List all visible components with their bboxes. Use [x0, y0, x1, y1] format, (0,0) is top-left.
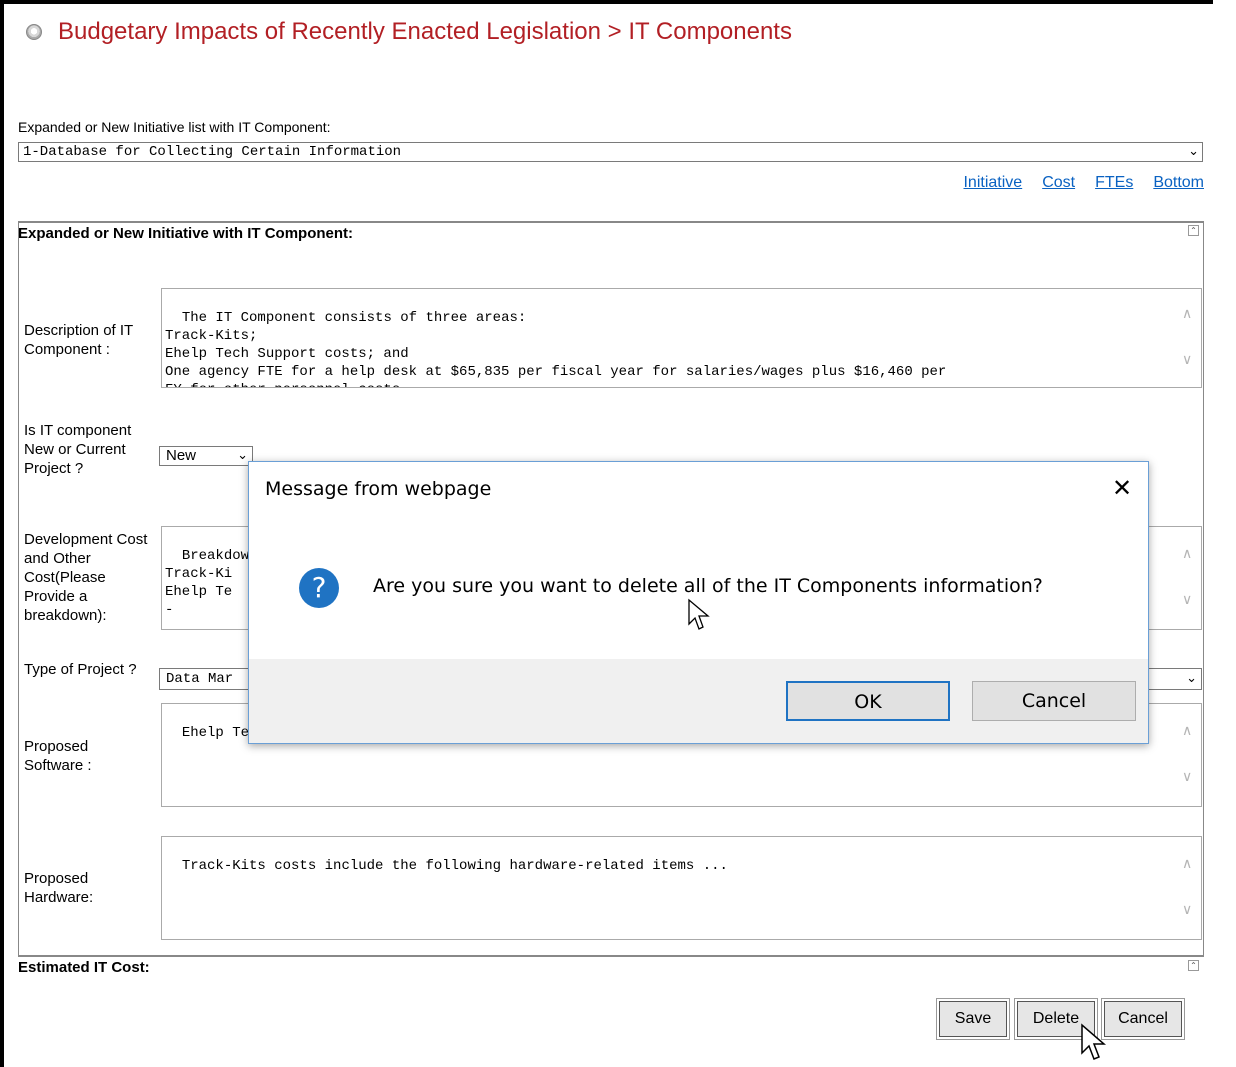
hardware-label: Proposed Hardware: — [24, 870, 94, 906]
mouse-cursor-icon — [688, 598, 710, 630]
dev-cost-text: Breakdow Track-Ki Ehelp Te - — [165, 548, 250, 618]
description-label: Description of IT Component : — [24, 322, 133, 358]
type-label: Type of Project ? — [24, 661, 137, 678]
dev-cost-scrollbar[interactable]: ∧ ∨ — [1175, 527, 1201, 629]
new-current-value: New — [166, 447, 197, 464]
scroll-up-icon[interactable]: ∧ — [1182, 305, 1192, 323]
close-icon[interactable]: ✕ — [1112, 474, 1132, 502]
section-title: Expanded or New Initiative with IT Compo… — [18, 225, 354, 242]
chevron-down-icon: ⌄ — [1188, 144, 1199, 159]
dialog-message: Are you sure you want to delete all of t… — [373, 575, 1043, 597]
scroll-up-icon[interactable]: ∧ — [1182, 855, 1192, 873]
mouse-cursor-icon — [1081, 1023, 1107, 1060]
software-text: Ehelp Te — [181, 725, 250, 741]
jump-links: Initiative Cost FTEs Bottom — [963, 174, 1204, 192]
confirm-dialog: Message from webpage ✕ ? Are you sure yo… — [248, 461, 1149, 744]
scroll-down-icon[interactable]: ∨ — [1182, 591, 1192, 609]
hardware-scrollbar[interactable]: ∧ ∨ — [1175, 837, 1201, 939]
link-initiative[interactable]: Initiative — [963, 174, 1022, 192]
initiative-list-label: Expanded or New Initiative list with IT … — [18, 119, 331, 135]
initiative-list-select[interactable]: 1-Database for Collecting Certain Inform… — [18, 142, 1203, 162]
estimated-cost-title: Estimated IT Cost: — [18, 959, 150, 976]
dev-cost-label: Development Cost and Other Cost(Please P… — [24, 531, 148, 624]
scroll-up-icon[interactable]: ∧ — [1182, 545, 1192, 563]
question-icon: ? — [299, 568, 339, 608]
chevron-down-icon: ⌄ — [1186, 671, 1197, 686]
software-scrollbar[interactable]: ∧ ∨ — [1175, 704, 1201, 806]
dialog-title: Message from webpage — [265, 478, 492, 500]
section-divider — [18, 955, 1204, 957]
description-text: The IT Component consists of three areas… — [165, 310, 947, 387]
new-current-label: Is IT component New or Current Project ? — [24, 422, 132, 477]
description-scrollbar[interactable]: ∧ ∨ — [1175, 289, 1201, 387]
link-ftes[interactable]: FTEs — [1095, 174, 1133, 192]
page-title: Budgetary Impacts of Recently Enacted Le… — [58, 18, 792, 45]
save-button[interactable]: Save — [936, 998, 1010, 1040]
initiative-list-value: 1-Database for Collecting Certain Inform… — [23, 144, 402, 160]
new-current-select[interactable]: New ⌄ — [159, 446, 253, 466]
cancel-button[interactable]: Cancel — [1101, 998, 1185, 1040]
scroll-down-icon[interactable]: ∨ — [1182, 901, 1192, 919]
page-header-icon — [26, 24, 42, 40]
hardware-textarea[interactable]: Track-Kits costs include the following h… — [161, 836, 1202, 940]
dialog-cancel-button[interactable]: Cancel — [972, 681, 1136, 721]
scroll-down-icon[interactable]: ∨ — [1182, 768, 1192, 786]
scroll-up-icon[interactable]: ∧ — [1182, 722, 1192, 740]
hardware-text: Track-Kits costs include the following h… — [181, 858, 728, 874]
collapse-icon[interactable]: ⌃ — [1188, 960, 1199, 971]
collapse-icon[interactable]: ⌃ — [1188, 225, 1199, 236]
scroll-down-icon[interactable]: ∨ — [1182, 351, 1192, 369]
ok-button[interactable]: OK — [786, 681, 950, 721]
link-cost[interactable]: Cost — [1042, 174, 1075, 192]
description-textarea[interactable]: The IT Component consists of three areas… — [161, 288, 1202, 388]
type-value: Data Mar — [166, 671, 234, 687]
software-label: Proposed Software : — [24, 738, 92, 774]
link-bottom[interactable]: Bottom — [1153, 174, 1204, 192]
chevron-down-icon: ⌄ — [237, 448, 248, 463]
